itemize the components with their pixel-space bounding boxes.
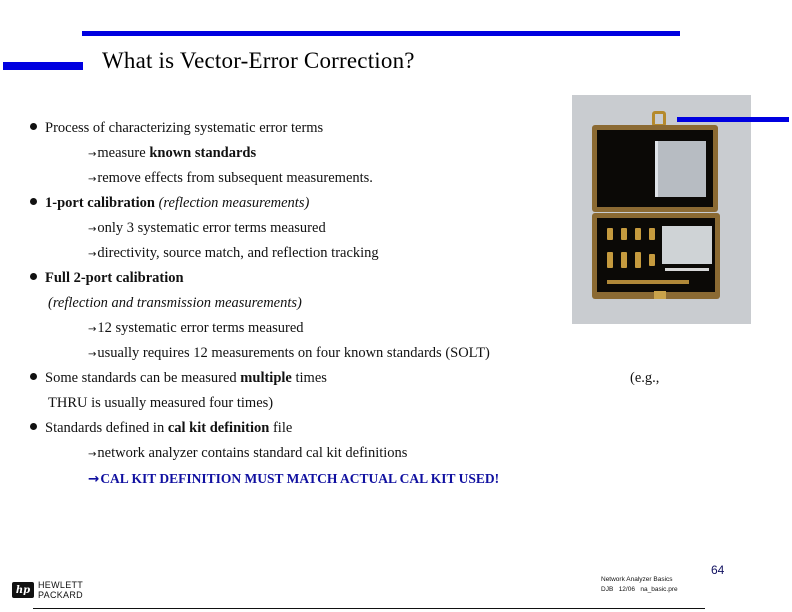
- logo-line-2: PACKARD: [38, 590, 83, 600]
- top-accent-bar: [82, 31, 680, 36]
- thru-note: THRU is usually measured four times): [48, 395, 274, 411]
- torque-rod: [607, 280, 689, 284]
- arrow-icon: →: [88, 349, 97, 360]
- connector: [607, 228, 613, 240]
- connector: [621, 228, 627, 240]
- bullet-dot-icon: [30, 423, 37, 430]
- arrow-icon: →: [88, 174, 97, 185]
- arrow-icon: →: [88, 471, 100, 487]
- label-card: [662, 226, 712, 264]
- full-2port-note: (reflection and transmission measurement…: [48, 295, 302, 311]
- connector: [635, 252, 641, 268]
- connector: [635, 228, 641, 240]
- wrench: [665, 268, 709, 271]
- bullet-full-2port: Full 2-port calibration: [30, 270, 184, 287]
- right-accent-bar: [677, 117, 789, 122]
- arrow-icon: →: [88, 149, 97, 160]
- file-info: DJB 12/06 na_basic.pre: [601, 586, 678, 593]
- sub-remove-effects: →remove effects from subsequent measurem…: [88, 170, 373, 186]
- cal-kit-photo: [572, 95, 751, 324]
- bullet-dot-icon: [30, 198, 37, 205]
- case-latch: [654, 291, 666, 299]
- arrow-icon: →: [88, 324, 97, 335]
- bullet-process: Process of characterizing systematic err…: [30, 120, 323, 137]
- sub-contains-defs: →network analyzer contains standard cal …: [88, 445, 408, 461]
- bullet-multiple: Some standards can be measured multiple …: [30, 370, 327, 387]
- arrow-icon: →: [88, 449, 97, 460]
- footer-rule: [33, 608, 705, 609]
- hp-logo-icon: hp: [12, 582, 34, 598]
- sub-solt: →usually requires 12 measurements on fou…: [88, 345, 490, 361]
- arrow-icon: →: [88, 224, 97, 235]
- left-accent-bar: [3, 62, 83, 70]
- bullet-1port: 1-port calibration (reflection measureme…: [30, 195, 309, 212]
- sub-measure-known: →measure known standards: [88, 145, 257, 161]
- connector: [649, 228, 655, 240]
- connector: [607, 252, 613, 268]
- bullet-dot-icon: [30, 273, 37, 280]
- disk-card: [655, 141, 706, 197]
- hp-logo: hp HEWLETT PACKARD: [12, 580, 83, 600]
- sub-must-match: →CAL KIT DEFINITION MUST MATCH ACTUAL CA…: [88, 471, 500, 487]
- sub-directivity: →directivity, source match, and reflecti…: [88, 245, 379, 261]
- slide-title: What is Vector-Error Correction?: [102, 48, 415, 73]
- photo-caption: (e.g.,: [630, 370, 660, 386]
- arrow-icon: →: [88, 249, 97, 260]
- bullet-cal-kit: Standards defined in cal kit definition …: [30, 420, 292, 437]
- footer-meta: Network Analyzer Basics DJB 12/06 na_bas…: [601, 575, 678, 595]
- connector: [649, 254, 655, 266]
- course-name: Network Analyzer Basics: [601, 576, 673, 583]
- case-lid: [592, 125, 718, 212]
- bullet-dot-icon: [30, 123, 37, 130]
- bullet-dot-icon: [30, 373, 37, 380]
- logo-line-1: HEWLETT: [38, 580, 84, 590]
- sub-only-3-terms: →only 3 systematic error terms measured: [88, 220, 326, 236]
- case-base: [592, 213, 720, 299]
- connector: [621, 252, 627, 268]
- sub-12-terms: →12 systematic error terms measured: [88, 320, 304, 336]
- page-number: 64: [711, 563, 725, 577]
